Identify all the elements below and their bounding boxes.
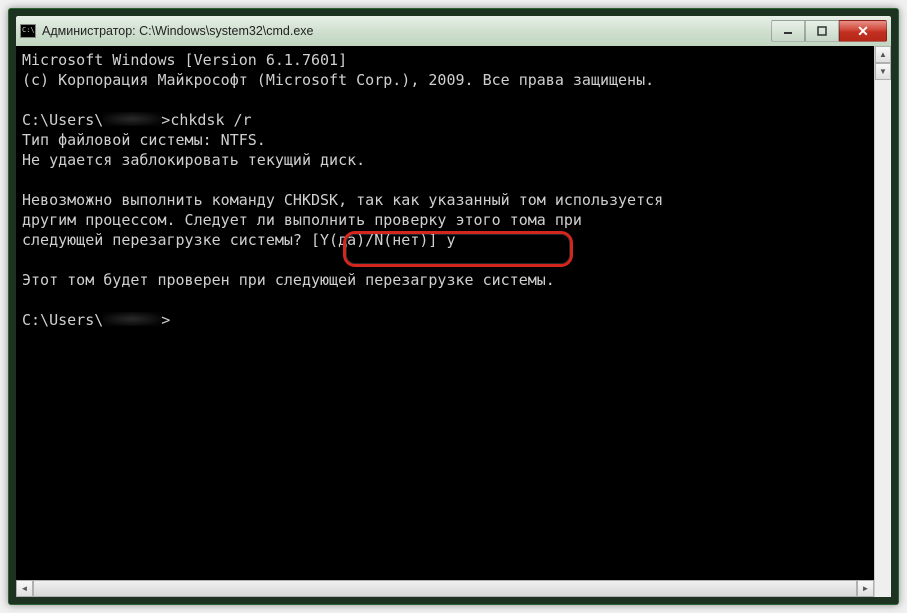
prompt-suffix: > [161,311,170,329]
version-line: Microsoft Windows [Version 6.1.7601] [22,50,885,70]
redacted-username [103,312,161,326]
command-text: chkdsk /r [170,111,251,129]
prompt-prefix: C:\Users\ [22,111,103,129]
cmd-window: Администратор: C:\Windows\system32\cmd.e… [8,8,899,605]
minimize-icon [783,26,793,36]
maximize-button[interactable] [805,20,839,42]
chkdsk-question: следующей перезагрузке системы? [22,231,311,249]
titlebar[interactable]: Администратор: C:\Windows\system32\cmd.e… [16,16,891,46]
scroll-thumb[interactable] [33,580,857,597]
copyright-line: (c) Корпорация Майкрософт (Microsoft Cor… [22,70,885,90]
minimize-button[interactable] [771,20,805,42]
chkdsk-msg-3: следующей перезагрузке системы? [Y(да)/N… [22,230,885,250]
close-button[interactable]: ✕ [839,20,887,42]
prompt-line-2: C:\Users\ > [22,310,885,330]
chkdsk-msg-2: другим процессом. Следует ли выполнить п… [22,210,885,230]
redacted-username [103,112,161,126]
scroll-down-button[interactable]: ▼ [875,63,891,80]
fs-type-line: Тип файловой системы: NTFS. [22,130,885,150]
blank [22,90,885,110]
close-icon: ✕ [857,23,869,40]
window-controls: ✕ [771,20,887,42]
window-title: Администратор: C:\Windows\system32\cmd.e… [42,24,771,38]
prompt-prefix: C:\Users\ [22,311,103,329]
chkdsk-answer-prompt: [Y(да)/N(нет)] y [311,231,456,249]
chkdsk-msg-1: Невозможно выполнить команду CHKDSK, так… [22,190,885,210]
terminal-area[interactable]: Microsoft Windows [Version 6.1.7601] (c)… [16,46,891,597]
scroll-left-button[interactable]: ◄ [16,580,33,597]
horizontal-scrollbar[interactable]: ◄ ► [16,580,874,597]
lock-error-line: Не удается заблокировать текущий диск. [22,150,885,170]
cmd-icon [20,24,36,38]
blank [22,250,885,270]
prompt-suffix: > [161,111,170,129]
vertical-scrollbar[interactable]: ▲ ▼ [874,46,891,597]
maximize-icon [817,26,827,36]
result-line: Этот том будет проверен при следующей пе… [22,270,885,290]
blank [22,170,885,190]
prompt-line-1: C:\Users\ >chkdsk /r [22,110,885,130]
scroll-right-button[interactable]: ► [857,580,874,597]
blank [22,290,885,310]
scroll-up-button[interactable]: ▲ [875,46,891,63]
